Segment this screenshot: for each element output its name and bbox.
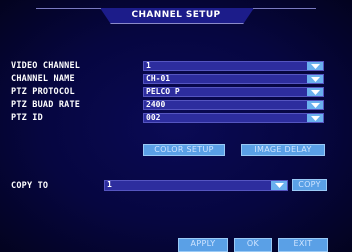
video-channel-value: 1: [146, 61, 151, 70]
video-channel-label: VIDEO CHANNEL: [11, 61, 81, 71]
ptz-protocol-dropdown[interactable]: PELCO P: [143, 87, 324, 97]
image-delay-button[interactable]: IMAGE DELAY: [241, 144, 325, 156]
ptz-protocol-label: PTZ PROTOCOL: [11, 87, 75, 97]
chevron-down-icon[interactable]: [307, 75, 323, 83]
chevron-down-icon[interactable]: [307, 114, 323, 122]
ok-button[interactable]: OK: [234, 238, 272, 252]
copy-to-value: 1: [107, 180, 112, 189]
copy-to-label: COPY TO: [11, 181, 49, 191]
ptz-id-value: 002: [146, 113, 161, 122]
color-setup-button[interactable]: COLOR SETUP: [143, 144, 225, 156]
ptz-baud-rate-value: 2400: [146, 100, 166, 109]
video-channel-dropdown[interactable]: 1: [143, 61, 324, 71]
channel-name-field[interactable]: CH-01: [143, 74, 324, 84]
ptz-id-label: PTZ ID: [11, 113, 43, 123]
copy-button[interactable]: COPY: [292, 179, 327, 191]
channel-name-label: CHANNEL NAME: [11, 74, 75, 84]
channel-name-value: CH-01: [146, 74, 171, 83]
chevron-down-icon[interactable]: [271, 181, 287, 190]
page-title: CHANNEL SETUP: [131, 10, 221, 20]
chevron-down-icon[interactable]: [307, 101, 323, 109]
ptz-id-dropdown[interactable]: 002: [143, 113, 324, 123]
apply-button[interactable]: APPLY: [178, 238, 228, 252]
channel-setup-screen: CHANNEL SETUP VIDEO CHANNEL 1 CHANNEL NA…: [0, 0, 352, 252]
exit-button[interactable]: EXIT: [278, 238, 328, 252]
ptz-baud-rate-dropdown[interactable]: 2400: [143, 100, 324, 110]
copy-to-dropdown[interactable]: 1: [104, 180, 288, 191]
chevron-down-icon[interactable]: [307, 62, 323, 70]
ptz-protocol-value: PELCO P: [146, 87, 180, 96]
ptz-baud-rate-label: PTZ BUAD RATE: [11, 100, 81, 110]
chevron-down-icon[interactable]: [307, 88, 323, 96]
